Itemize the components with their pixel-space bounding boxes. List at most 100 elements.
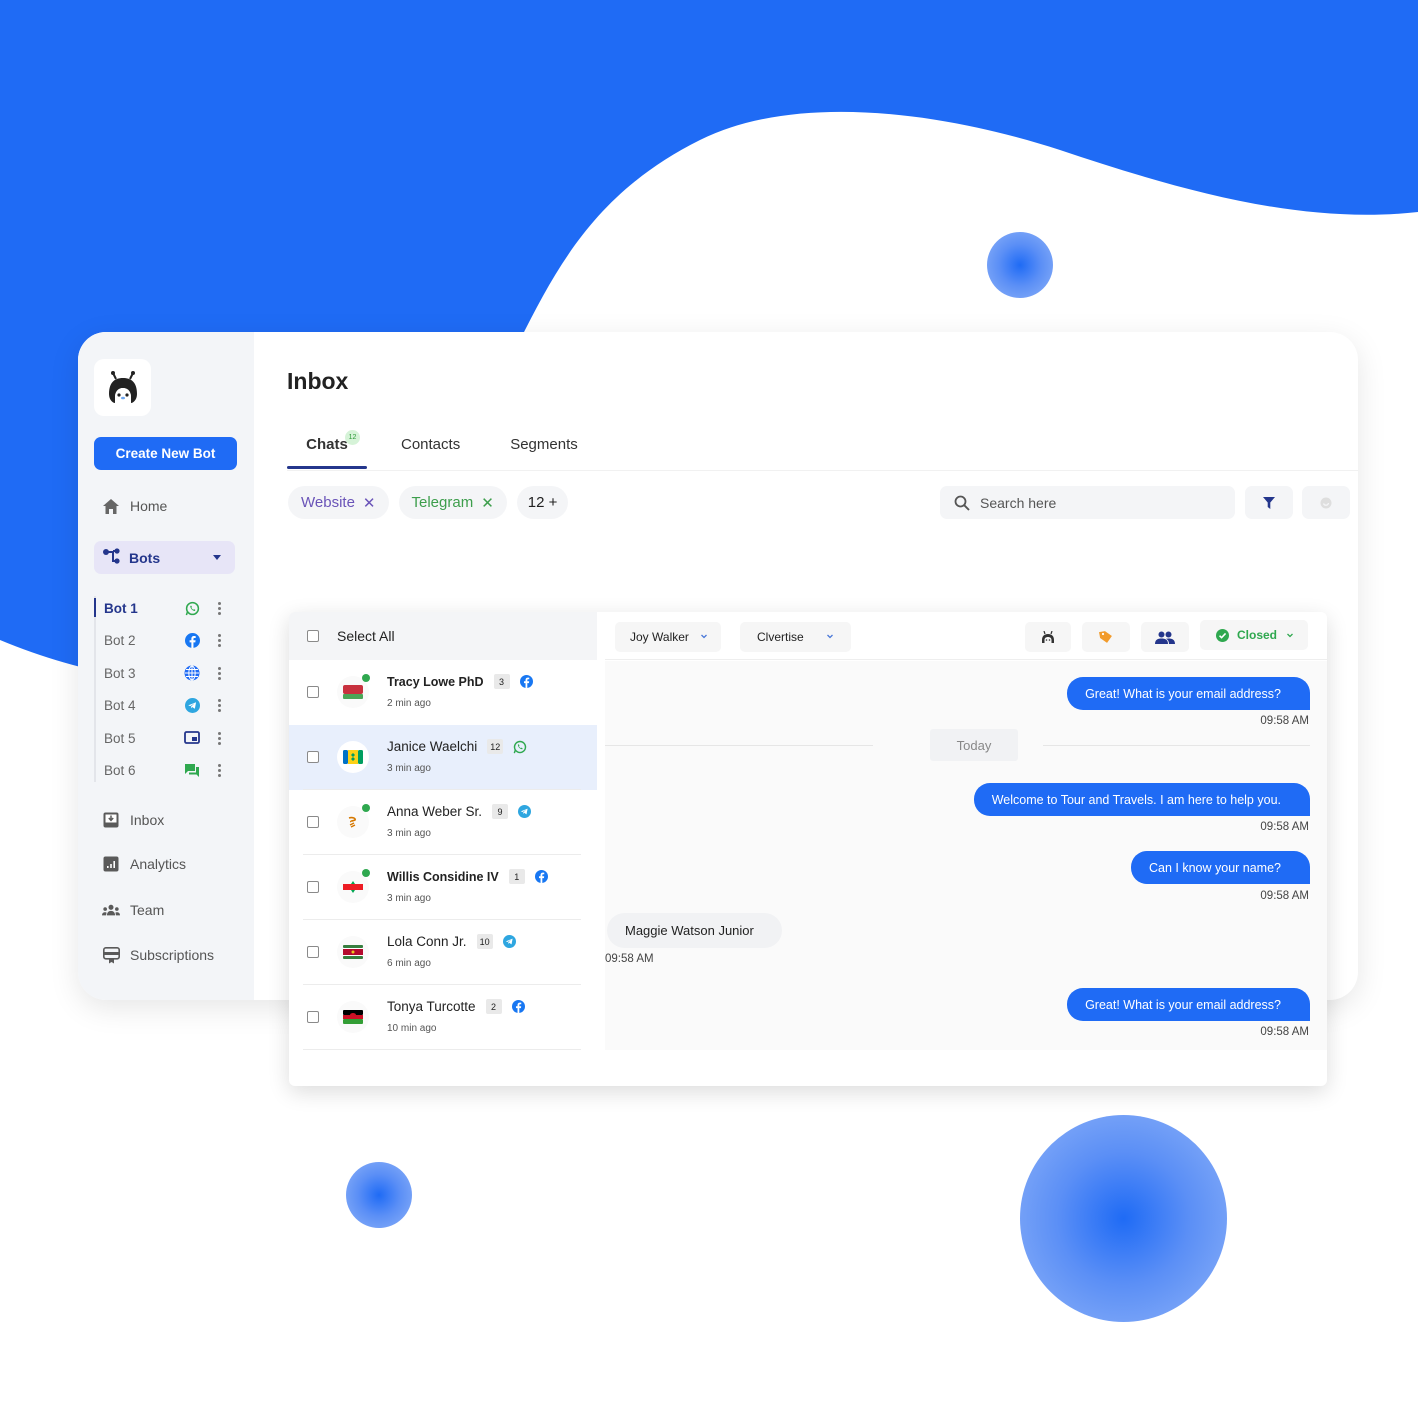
facebook-icon	[534, 870, 548, 883]
create-new-bot-button[interactable]: Create New Bot	[94, 437, 237, 470]
sidebar-item-home[interactable]: Home	[102, 497, 167, 515]
divider	[303, 1049, 581, 1050]
unread-count-badge: 3	[493, 674, 510, 689]
more-filters-chip[interactable]: 12 +	[516, 486, 569, 519]
flag-saint-vincent-icon	[343, 750, 363, 764]
refresh-button[interactable]	[1302, 486, 1350, 519]
home-icon	[102, 497, 120, 515]
globe-icon	[184, 665, 200, 681]
filter-chip-website[interactable]: Website ✕	[288, 486, 389, 519]
bot-list-item[interactable]: Bot 2	[104, 630, 232, 650]
search-input[interactable]	[980, 494, 1210, 511]
avatar	[337, 1001, 369, 1033]
sidebar-item-inbox[interactable]: Inbox	[102, 811, 164, 829]
page-title: Inbox	[287, 368, 349, 394]
sidebar-item-label: Team	[130, 902, 165, 918]
more-options-icon[interactable]	[216, 599, 222, 617]
last-message-time: 6 min ago	[387, 958, 431, 969]
active-indicator	[94, 598, 96, 617]
remove-filter-icon[interactable]: ✕	[481, 494, 494, 512]
message-timestamp: 09:58 AM	[1260, 821, 1309, 833]
sidebar-item-label: Analytics	[130, 856, 187, 872]
conversation-checkbox[interactable]	[307, 686, 319, 698]
analytics-icon	[102, 855, 120, 873]
subscriptions-icon	[102, 946, 120, 964]
sidebar-item-team[interactable]: Team	[102, 901, 164, 919]
select-all-checkbox[interactable]	[307, 630, 319, 642]
last-message-time: 10 min ago	[387, 1023, 437, 1034]
tab-contacts[interactable]: Contacts	[401, 428, 460, 469]
telegram-icon	[502, 935, 516, 948]
logo[interactable]	[94, 359, 151, 416]
conversation-item[interactable]: Anna Weber Sr. 9 3 min ago	[289, 790, 597, 855]
filter-button[interactable]	[1245, 486, 1293, 519]
status-dropdown[interactable]: Closed	[1200, 620, 1308, 650]
select-all-row[interactable]: Select All	[289, 612, 597, 660]
conversation-list: Select All Tracy Lowe PhD 3 2 min ago Janic…	[289, 612, 597, 1086]
decorative-orb	[987, 232, 1053, 298]
flag-belarus-icon	[343, 685, 363, 699]
facebook-icon	[184, 632, 200, 648]
last-message-time: 2 min ago	[387, 698, 431, 709]
message-outgoing: Can I know your name?	[1130, 851, 1310, 884]
contact-name: Lola Conn Jr.	[387, 934, 467, 949]
online-indicator	[362, 869, 370, 877]
bot-dropdown[interactable]: Clvertise	[740, 622, 851, 652]
search-box	[940, 486, 1235, 519]
conversation-checkbox[interactable]	[307, 816, 319, 828]
bot-list-item[interactable]: Bot 1	[104, 598, 232, 618]
contact-name: Willis Considine IV	[387, 869, 499, 884]
sidebar-item-label: Inbox	[130, 812, 165, 828]
contact-name: Anna Weber Sr.	[387, 804, 483, 819]
sidebar-item-label: Subscriptions	[130, 947, 215, 963]
widget-icon	[184, 730, 200, 746]
tab-segments[interactable]: Segments	[510, 428, 578, 469]
bot-list-item[interactable]: Bot 5	[104, 728, 232, 748]
flag-cyprus-icon	[343, 815, 363, 829]
caret-down-icon	[213, 555, 221, 560]
bot-mascot-icon	[1042, 631, 1054, 643]
online-indicator	[362, 674, 370, 682]
bots-network-icon	[103, 548, 121, 567]
remove-filter-icon[interactable]: ✕	[363, 494, 376, 512]
whatsapp-icon	[513, 740, 527, 754]
more-options-icon[interactable]	[216, 664, 222, 682]
last-message-time: 3 min ago	[387, 828, 431, 839]
message-incoming: Maggie Watson Junior	[607, 913, 782, 948]
chat-header: Joy Walker Clvertise Closed	[605, 612, 1327, 660]
chat-pane: Joy Walker Clvertise Closed Great! What …	[605, 612, 1327, 1086]
assign-team-button[interactable]	[1141, 622, 1189, 652]
tab-chats[interactable]: Chats 12	[287, 428, 367, 469]
sidebar: Create New Bot Home Bots Bot 1 Bot 2 Bot…	[78, 332, 254, 1000]
conversation-item[interactable]: Lola Conn Jr. 10 6 min ago	[289, 920, 597, 985]
flag-suriname-icon	[343, 945, 363, 959]
conversation-checkbox[interactable]	[307, 1011, 319, 1023]
conversation-item[interactable]: Janice Waelchi 12 3 min ago	[289, 725, 597, 790]
sidebar-item-subscriptions[interactable]: Subscriptions	[102, 946, 214, 964]
conversation-item[interactable]: Tonya Turcotte 2 10 min ago	[289, 985, 597, 1050]
facebook-icon	[511, 1000, 525, 1013]
chevron-down-icon	[827, 634, 833, 639]
agent-dropdown[interactable]: Joy Walker	[615, 622, 721, 652]
conversation-checkbox[interactable]	[307, 881, 319, 893]
message-outgoing: Great! What is your email address?	[1067, 677, 1310, 710]
more-options-icon[interactable]	[216, 631, 222, 649]
more-options-icon[interactable]	[216, 729, 222, 747]
inbox-panel: Select All Tracy Lowe PhD 3 2 min ago Janic…	[289, 612, 1327, 1086]
more-options-icon[interactable]	[216, 696, 222, 714]
more-options-icon[interactable]	[216, 761, 222, 779]
bot-mascot-icon	[108, 370, 137, 403]
sidebar-item-bots[interactable]: Bots	[94, 541, 235, 574]
conversation-checkbox[interactable]	[307, 751, 319, 763]
bot-assign-button[interactable]	[1025, 622, 1071, 652]
bot-list-item[interactable]: Bot 6	[104, 760, 232, 780]
filter-chip-telegram[interactable]: Telegram ✕	[398, 486, 507, 519]
tag-button[interactable]	[1082, 622, 1130, 652]
sidebar-item-analytics[interactable]: Analytics	[102, 855, 186, 873]
bot-list-item[interactable]: Bot 3	[104, 663, 232, 683]
inbox-icon	[102, 811, 120, 829]
conversation-checkbox[interactable]	[307, 946, 319, 958]
conversation-item[interactable]: Tracy Lowe PhD 3 2 min ago	[289, 660, 597, 725]
bot-list-item[interactable]: Bot 4	[104, 695, 232, 715]
conversation-item[interactable]: Willis Considine IV 1 3 min ago	[289, 855, 597, 920]
